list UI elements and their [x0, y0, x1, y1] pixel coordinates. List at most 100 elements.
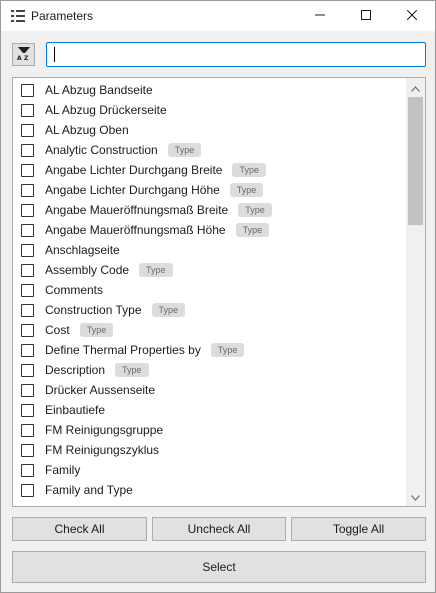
item-checkbox[interactable]: [21, 463, 34, 477]
item-checkbox[interactable]: [21, 423, 34, 437]
item-checkbox[interactable]: [21, 223, 34, 237]
list-item[interactable]: Description Type: [13, 360, 406, 380]
list-item[interactable]: Analytic Construction Type: [13, 140, 406, 160]
item-label: Anschlagseite: [45, 243, 120, 257]
item-checkbox[interactable]: [21, 103, 34, 117]
item-label: Cost Type: [45, 323, 114, 337]
item-checkbox[interactable]: [21, 343, 34, 357]
list-item[interactable]: Angabe Maueröffnungsmaß Höhe Type: [13, 220, 406, 240]
item-checkbox[interactable]: [21, 183, 34, 197]
item-checkbox[interactable]: [21, 203, 34, 217]
check-all-button[interactable]: Check All: [12, 517, 147, 541]
item-checkbox[interactable]: [21, 403, 34, 417]
close-icon: [406, 9, 418, 23]
parameter-name: Analytic Construction: [45, 143, 158, 157]
item-label: FM Reinigungsgruppe: [45, 423, 163, 437]
item-label: Description Type: [45, 363, 149, 377]
parameter-name: AL Abzug Bandseite: [45, 83, 153, 97]
parameter-name: FM Reinigungszyklus: [45, 443, 160, 457]
item-label: Construction Type Type: [45, 303, 186, 317]
item-checkbox[interactable]: [21, 303, 34, 317]
svg-text:Z: Z: [24, 55, 29, 61]
list-item[interactable]: FM Reinigungsgruppe: [13, 420, 406, 440]
list-item[interactable]: Cost Type: [13, 320, 406, 340]
type-badge: Type: [232, 163, 266, 177]
item-checkbox[interactable]: [21, 83, 34, 97]
list-item[interactable]: AL Abzug Oben: [13, 120, 406, 140]
scroll-thumb[interactable]: [408, 97, 423, 225]
list-item[interactable]: Angabe Lichter Durchgang Höhe Type: [13, 180, 406, 200]
select-button[interactable]: Select: [12, 551, 426, 583]
item-label: AL Abzug Drückerseite: [45, 103, 167, 117]
item-label: Family and Type: [45, 483, 133, 497]
item-checkbox[interactable]: [21, 283, 34, 297]
maximize-button[interactable]: [343, 1, 389, 31]
item-checkbox[interactable]: [21, 243, 34, 257]
item-checkbox[interactable]: [21, 323, 34, 337]
parameter-name: Cost: [45, 323, 70, 337]
type-badge: Type: [139, 263, 173, 277]
list-item[interactable]: Drücker Aussenseite: [13, 380, 406, 400]
list-item[interactable]: Family: [13, 460, 406, 480]
list-item[interactable]: Comments: [13, 280, 406, 300]
scroll-up-button[interactable]: [406, 79, 425, 96]
minimize-button[interactable]: [297, 1, 343, 31]
item-checkbox[interactable]: [21, 123, 34, 137]
list-item[interactable]: FM Reinigungszyklus: [13, 440, 406, 460]
type-badge: Type: [79, 323, 114, 337]
search-input[interactable]: [46, 42, 426, 67]
item-checkbox[interactable]: [21, 383, 34, 397]
item-label: Einbautiefe: [45, 403, 105, 417]
parameter-name: Drücker Aussenseite: [45, 383, 156, 397]
type-badge: Type: [115, 363, 149, 377]
list-item[interactable]: Angabe Lichter Durchgang Breite Type: [13, 160, 406, 180]
item-checkbox[interactable]: [21, 443, 34, 457]
chevron-down-icon: [411, 490, 420, 504]
parameter-list[interactable]: AL Abzug Bandseite AL Abzug Drückerseite A…: [12, 77, 426, 507]
parameter-name: Einbautiefe: [45, 403, 106, 417]
parameter-name: Angabe Maueröffnungsmaß Höhe: [45, 223, 226, 237]
parameter-name: Family: [45, 463, 81, 477]
item-checkbox[interactable]: [21, 263, 34, 277]
list-item[interactable]: Family and Type: [13, 480, 406, 500]
toggle-all-button[interactable]: Toggle All: [291, 517, 426, 541]
vertical-scrollbar[interactable]: [406, 78, 425, 506]
list-item[interactable]: Define Thermal Properties by Type: [13, 340, 406, 360]
maximize-icon: [361, 9, 371, 23]
item-label: Angabe Lichter Durchgang Breite Type: [45, 163, 266, 177]
parameter-name: Comments: [45, 283, 104, 297]
sort-filter-button[interactable]: A Z: [12, 43, 35, 66]
list-item[interactable]: Anschlagseite: [13, 240, 406, 260]
item-checkbox[interactable]: [21, 163, 34, 177]
close-button[interactable]: [389, 1, 435, 31]
item-label: Comments: [45, 283, 103, 297]
parameters-window: Parameters A Z AL Abzug Bandseite AL Abz…: [0, 0, 436, 593]
item-label: AL Abzug Bandseite: [45, 83, 153, 97]
item-label: Assembly Code Type: [45, 263, 173, 277]
item-label: Angabe Maueröffnungsmaß Höhe Type: [45, 223, 270, 237]
list-item[interactable]: Assembly Code Type: [13, 260, 406, 280]
list-item[interactable]: Einbautiefe: [13, 400, 406, 420]
parameter-name: Angabe Maueröffnungsmaß Breite: [45, 203, 229, 217]
list-item[interactable]: AL Abzug Drückerseite: [13, 100, 406, 120]
parameter-name: AL Abzug Drückerseite: [45, 103, 167, 117]
item-checkbox[interactable]: [21, 483, 34, 497]
parameter-name: Angabe Lichter Durchgang Breite: [45, 163, 223, 177]
item-checkbox[interactable]: [21, 363, 34, 377]
item-label: AL Abzug Oben: [45, 123, 129, 137]
scroll-down-button[interactable]: [406, 488, 425, 505]
item-label: Analytic Construction Type: [45, 143, 202, 157]
title-bar[interactable]: Parameters: [1, 1, 435, 31]
list-item[interactable]: AL Abzug Bandseite: [13, 80, 406, 100]
parameter-name: Assembly Code: [45, 263, 130, 277]
type-badge: Type: [210, 343, 245, 357]
list-item[interactable]: Construction Type Type: [13, 300, 406, 320]
item-label: Angabe Lichter Durchgang Höhe Type: [45, 183, 264, 197]
list-app-icon: [11, 10, 25, 22]
parameter-name: Define Thermal Properties by: [45, 343, 201, 357]
uncheck-all-button[interactable]: Uncheck All: [152, 517, 286, 541]
item-checkbox[interactable]: [21, 143, 34, 157]
type-badge: Type: [238, 203, 272, 217]
parameter-name: Angabe Lichter Durchgang Höhe: [45, 183, 220, 197]
list-item[interactable]: Angabe Maueröffnungsmaß Breite Type: [13, 200, 406, 220]
